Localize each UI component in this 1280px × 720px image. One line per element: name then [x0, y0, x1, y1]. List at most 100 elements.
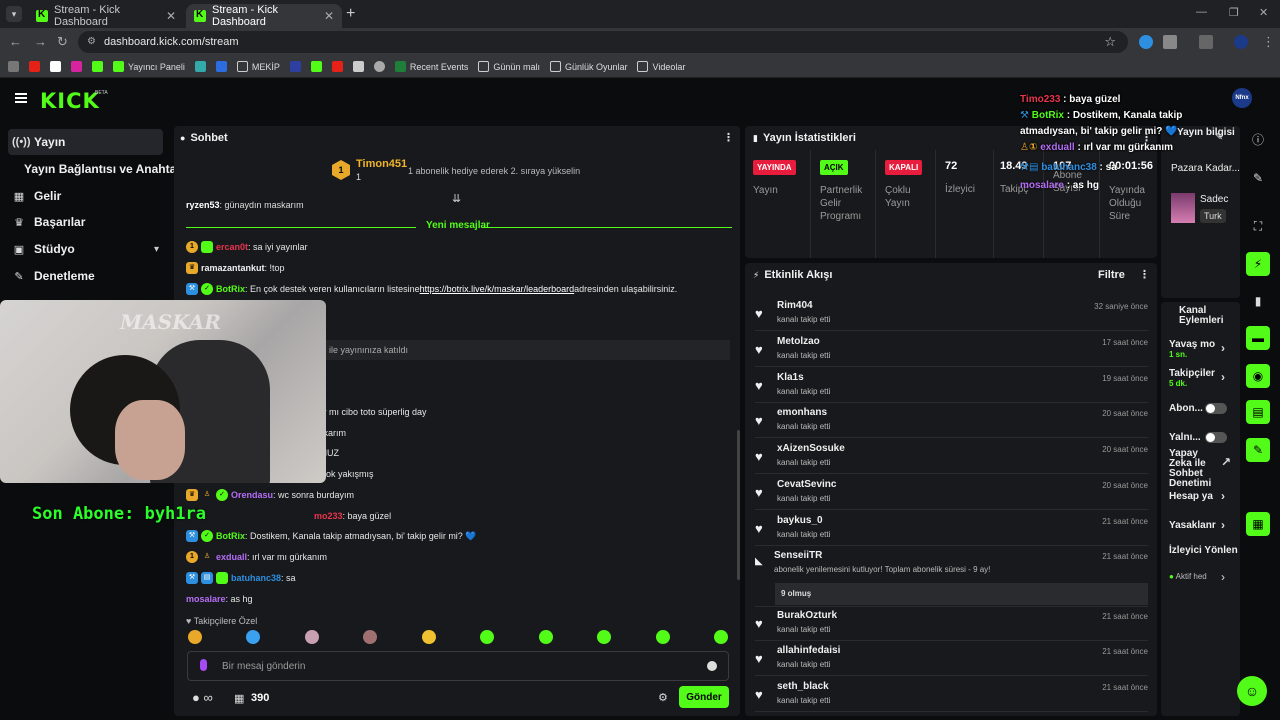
extensions-puzzle-icon[interactable] [1163, 35, 1177, 49]
bookmark-icon[interactable] [373, 61, 385, 72]
stat-live: YAYINDA Yayın [745, 150, 811, 258]
points-count: 390 [251, 692, 270, 704]
status-badge: YAYINDA [753, 160, 796, 175]
x-bookmark[interactable] [50, 61, 61, 72]
emote-icon[interactable] [655, 630, 670, 644]
site-info-icon[interactable]: ⚙ [87, 31, 96, 53]
heart-emote-icon[interactable] [246, 630, 261, 644]
sidebar-item-gelir[interactable]: ▦ Gelir [8, 183, 163, 209]
bookmark-icon[interactable] [289, 61, 301, 72]
tab-search-button[interactable]: ▾ [6, 6, 22, 22]
top-gifter-name[interactable]: Timon451 [356, 158, 407, 170]
document-icon[interactable]: ▮ [1246, 289, 1270, 313]
chat-settings-gear-icon[interactable]: ⚙ [658, 691, 668, 704]
emote-icon[interactable] [421, 630, 436, 644]
close-tab-icon[interactable]: ✕ [166, 9, 176, 23]
kick-bookmark[interactable] [310, 61, 322, 72]
emote-icon[interactable] [538, 630, 553, 644]
bookmark-gunun-mali[interactable]: Günün malı [478, 61, 540, 72]
sidebar-item-yayin[interactable]: ((•)) Yayın [8, 129, 163, 155]
close-tab-icon[interactable]: ✕ [324, 9, 334, 23]
mic-icon[interactable] [200, 659, 207, 671]
channel-points-infinity[interactable]: ● ∞ [192, 690, 213, 705]
store-icon[interactable]: ▦ [234, 692, 244, 705]
youtube-bookmark[interactable] [331, 61, 343, 72]
expand-pinned-icon[interactable]: ⇊ [452, 192, 461, 205]
chevron-right-icon: › [1221, 518, 1225, 532]
bookmark-star-icon[interactable]: ☆ [1104, 31, 1116, 53]
emote-icon[interactable] [304, 630, 319, 644]
bookmark-icon[interactable] [215, 61, 227, 72]
bookmark-yayinci-paneli[interactable]: Yayıncı Paneli [113, 61, 185, 72]
followers-mode-row[interactable]: Takipçiler 5 dk. › [1169, 368, 1240, 388]
kick-logo[interactable]: KICK [40, 89, 100, 113]
side-panel-icon[interactable] [1199, 35, 1213, 49]
banned-users-row[interactable]: Yasaklanr › [1169, 518, 1240, 532]
layout-icon[interactable]: ▤ [1246, 400, 1270, 424]
ai-moderation-row[interactable]: Yapay Zeka ile Sohbet Denetimi ↗ [1169, 449, 1231, 489]
leaderboard-link[interactable]: https://botrix.live/k/maskar/leaderboard [420, 284, 575, 294]
emote-icon[interactable] [713, 630, 728, 644]
chat-icon[interactable]: ▬ [1246, 326, 1270, 350]
sidebar-item-stream-key[interactable]: Yayın Bağlantısı ve Anahtarı [24, 162, 184, 176]
browser-tab[interactable]: Stream - Kick Dashboard ✕ [28, 4, 184, 28]
menu-icon[interactable] [15, 93, 27, 103]
activity-item: ♥ Rim404 kanalı takip etti 32 saniye önc… [755, 299, 1148, 331]
minimize-icon[interactable]: — [1196, 6, 1207, 18]
subs-only-toggle[interactable] [1205, 403, 1227, 414]
bookmark-gunluk-oyunlar[interactable]: Günlük Oyunlar [549, 61, 627, 72]
support-chat-button[interactable]: ☺ [1237, 676, 1267, 706]
heart-icon: ♥ [755, 342, 763, 357]
wrench-icon[interactable]: ✎ [1246, 438, 1270, 462]
reload-icon[interactable]: ↻ [57, 34, 68, 50]
bookmark-recent-events[interactable]: Recent Events [394, 61, 468, 72]
back-icon[interactable]: ← [9, 34, 22, 49]
sidebar-item-basarilar[interactable]: ♛ Başarılar [8, 209, 163, 235]
bookmark-icon[interactable] [352, 61, 364, 72]
bookmark-videolar[interactable]: Videolar [637, 61, 685, 72]
slow-mode-row[interactable]: Yavaş mo 1 sn. › [1169, 339, 1240, 359]
send-button[interactable]: Gönder [679, 686, 729, 708]
browser-tab-active[interactable]: Stream - Kick Dashboard ✕ [186, 4, 342, 28]
apps-icon[interactable] [8, 61, 19, 72]
pencil-icon[interactable]: ✎ [1246, 166, 1270, 190]
emote-icon[interactable] [597, 630, 612, 644]
extension-icon[interactable] [1139, 35, 1153, 49]
restore-icon[interactable]: ❐ [1229, 6, 1239, 19]
emote-icon[interactable] [363, 630, 378, 644]
more-icon[interactable]: ⋮ [1139, 268, 1150, 281]
browser-menu-icon[interactable]: ⋮ [1262, 34, 1275, 50]
new-tab-button[interactable]: + [346, 5, 355, 23]
chat-scrollbar[interactable] [737, 430, 740, 580]
forward-icon[interactable]: → [34, 34, 47, 49]
bookmark-icon[interactable] [194, 61, 206, 72]
emote-icon[interactable] [480, 630, 495, 644]
filter-button[interactable]: Filtre [1098, 269, 1125, 281]
kick-bookmark[interactable] [92, 61, 103, 72]
sidebar-item-studyo[interactable]: ▣ Stüdyo ▾ [8, 236, 163, 262]
bolt-icon[interactable]: ⚡ [1246, 252, 1270, 276]
bookmark-mekip[interactable]: MEKİP [236, 61, 280, 72]
youtube-bookmark[interactable] [29, 61, 40, 72]
emote-only-toggle[interactable] [1205, 432, 1227, 443]
instagram-bookmark[interactable] [71, 61, 82, 72]
bolt-icon: ▮ [753, 133, 758, 143]
profile-icon[interactable] [1234, 35, 1248, 49]
window-close-icon[interactable]: ✕ [1259, 6, 1268, 19]
sidebar-item-denetleme[interactable]: ✎ Denetleme [8, 263, 163, 289]
active-target-row[interactable]: ● Aktif hed › [1169, 570, 1240, 584]
emoji-picker-icon[interactable] [707, 661, 717, 671]
account-age-row[interactable]: Hesap ya › [1169, 489, 1240, 503]
viewer-redirect-row[interactable]: İzleyici Yönlen [1169, 545, 1240, 556]
emote-icon[interactable] [188, 630, 202, 644]
chat-message-input[interactable] [187, 651, 729, 681]
sub-badge-icon: 1 [186, 551, 198, 563]
edit-pencil-icon[interactable]: ✎ [1215, 132, 1223, 143]
info-icon[interactable]: ⓘ [1246, 128, 1270, 152]
url-field[interactable]: ⚙ dashboard.kick.com/stream ☆ [78, 31, 1128, 53]
broadcast-icon[interactable]: ◉ [1246, 364, 1270, 388]
avatar[interactable]: Nfnx [1232, 88, 1252, 108]
clapper-icon[interactable]: ▦ [1246, 512, 1270, 536]
more-icon[interactable]: ⋮ [723, 131, 734, 144]
capture-icon[interactable]: ⛶ [1246, 214, 1270, 238]
